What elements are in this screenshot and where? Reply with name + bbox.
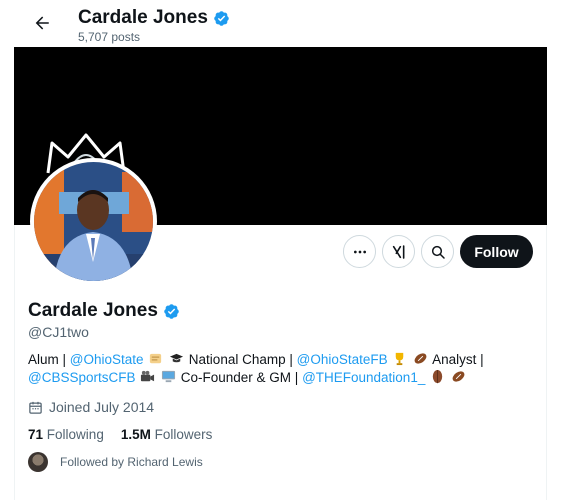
back-arrow-icon	[35, 16, 49, 30]
grok-icon	[392, 244, 404, 259]
calendar-icon	[29, 401, 42, 414]
search-profile-button[interactable]	[421, 235, 454, 268]
followers-count: 1.5M	[120, 427, 151, 442]
joined-date: Joined July 2014	[28, 399, 154, 415]
followers-link[interactable]: 1.5M Followers	[121, 427, 213, 442]
header-name-text: Cardale Jones	[78, 7, 208, 28]
bio-link-ohiostatefb[interactable]: @OhioStateFB	[297, 352, 388, 367]
grok-button[interactable]	[382, 235, 415, 268]
avatar-photo	[34, 162, 153, 281]
bio-line-2: @CBSSportsCFB Co-Founder & GM | @THEFoun…	[28, 369, 518, 387]
joined-text: Joined July 2014	[49, 399, 155, 415]
profile-name-text: Cardale Jones	[28, 300, 158, 321]
following-label: Following	[46, 427, 104, 442]
bio-link-cbssportscfb[interactable]: @CBSSportsCFB	[28, 370, 135, 385]
post-count: 5,707 posts	[78, 30, 141, 44]
bio-link-thefoundation[interactable]: @THEFoundation1_	[302, 370, 425, 385]
verified-badge-icon[interactable]	[163, 303, 180, 320]
follower-avatar	[28, 452, 48, 472]
bio-text: Alum |	[28, 352, 70, 367]
profile-bio: Alum | @OhioState National Champ | @Ohio…	[28, 351, 518, 387]
bio-text: Co-Founder & GM |	[177, 370, 303, 385]
profile-header-bar: Cardale Jones 5,707 posts	[14, 0, 547, 47]
back-button[interactable]	[27, 8, 57, 38]
bio-line-1: Alum | @OhioState National Champ | @Ohio…	[28, 351, 518, 369]
profile-handle: @CJ1two	[28, 324, 89, 340]
verified-badge-icon	[213, 10, 230, 27]
more-icon	[353, 250, 366, 253]
profile-name: Cardale Jones	[28, 300, 180, 322]
computer-icon	[161, 370, 176, 383]
movie-camera-icon	[141, 370, 155, 382]
profile-avatar[interactable]	[30, 158, 157, 285]
followers-label: Followers	[154, 427, 213, 442]
rugby-ball-icon	[432, 369, 443, 384]
following-link[interactable]: 71 Following	[28, 427, 104, 442]
search-icon	[431, 245, 445, 259]
bio-text: National Champ |	[185, 352, 297, 367]
followed-by-text: Followed by Richard Lewis	[60, 455, 203, 469]
followed-by[interactable]: Followed by Richard Lewis	[28, 452, 203, 472]
trophy-icon	[396, 352, 404, 366]
follow-stats: 71 Following 1.5M Followers	[28, 427, 212, 442]
diploma-icon	[150, 353, 162, 364]
follow-button[interactable]: Follow	[460, 235, 533, 268]
bio-text: Analyst |	[429, 352, 484, 367]
header-name: Cardale Jones	[78, 7, 230, 29]
bio-link-ohiostate[interactable]: @OhioState	[70, 352, 144, 367]
following-count: 71	[28, 427, 44, 442]
graduation-cap-icon	[169, 353, 184, 363]
football-icon	[452, 371, 465, 382]
football-icon	[414, 353, 427, 364]
more-button[interactable]	[343, 235, 376, 268]
